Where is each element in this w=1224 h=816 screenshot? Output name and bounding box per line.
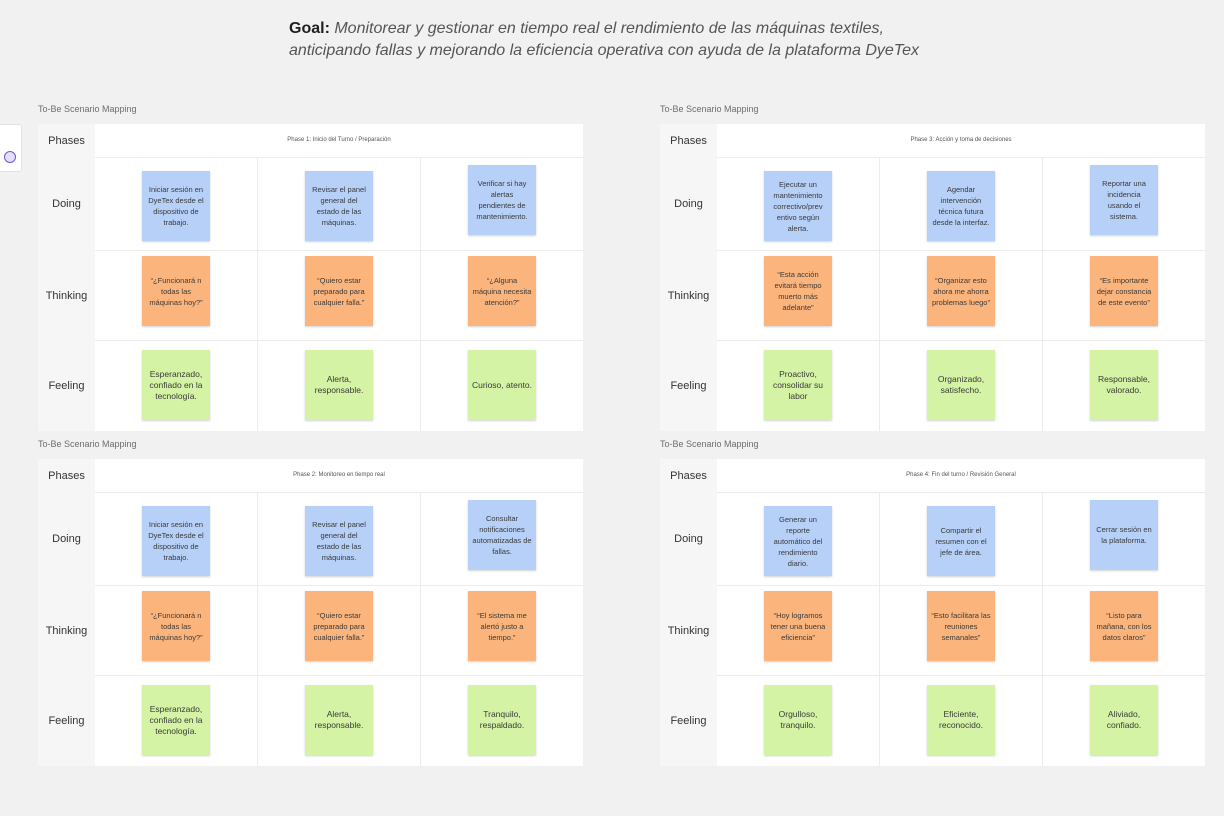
row-divider	[95, 340, 583, 341]
sticky-note-feeling[interactable]: Organizado, satisfecho.	[927, 350, 995, 420]
row-label-phases: Phases	[670, 470, 707, 482]
row-label-phases: Phases	[670, 135, 707, 147]
sticky-note-doing[interactable]: Agendar intervención técnica futura desd…	[927, 171, 995, 241]
sticky-note-thinking[interactable]: “Hoy logramos tener una buena eficiencia…	[764, 591, 832, 661]
sticky-note-thinking[interactable]: “¿Alguna máquina necesita atención?”	[468, 256, 536, 326]
row-label-feeling: Feeling	[48, 715, 85, 727]
column-divider	[1042, 492, 1043, 766]
sticky-note-feeling[interactable]: Curioso, atento.	[468, 350, 536, 420]
board-title: To-Be Scenario Mapping	[38, 439, 137, 449]
row-label-thinking: Thinking	[45, 625, 88, 637]
row-label-phases: Phases	[48, 470, 85, 482]
sticky-note-doing[interactable]: Iniciar sesión en DyeTex desde el dispos…	[142, 506, 210, 576]
row-label-phases: Phases	[48, 135, 85, 147]
sticky-note-doing[interactable]: Iniciar sesión en DyeTex desde el dispos…	[142, 171, 210, 241]
sticky-note-feeling[interactable]: Alerta, responsable.	[305, 350, 373, 420]
sticky-note-feeling[interactable]: Orgulloso, tranquilo.	[764, 685, 832, 755]
sticky-note-feeling[interactable]: Responsable, valorado.	[1090, 350, 1158, 420]
sticky-note-doing[interactable]: Consultar notificaciones automatizadas d…	[468, 500, 536, 570]
sticky-note-thinking[interactable]: “El sistema me alertó justo a tiempo.”	[468, 591, 536, 661]
row-divider	[717, 157, 1205, 158]
sticky-note-thinking[interactable]: “Es importante dejar constancia de este …	[1090, 256, 1158, 326]
row-label-feeling: Feeling	[670, 380, 707, 392]
column-divider	[1042, 157, 1043, 431]
sticky-note-doing[interactable]: Generar un reporte automático del rendim…	[764, 506, 832, 576]
sticky-note-thinking[interactable]: “¿Funcionará n todas las máquinas hoy?”	[142, 591, 210, 661]
board-frame: Phases Doing Thinking Feeling Phase 3: Acció…	[660, 124, 1205, 431]
column-divider	[879, 492, 880, 766]
row-label-doing: Doing	[52, 198, 81, 210]
row-divider	[95, 157, 583, 158]
goal-text-line-2: anticipando fallas y mejorando la eficie…	[289, 42, 920, 59]
column-divider	[420, 492, 421, 766]
row-label-doing: Doing	[52, 533, 81, 545]
side-panel-toggle[interactable]	[0, 124, 22, 172]
board-title: To-Be Scenario Mapping	[38, 104, 137, 114]
row-label-feeling: Feeling	[48, 380, 85, 392]
phase-title: Phase 4: Fin del turno / Revisión Genera…	[906, 472, 1016, 478]
sticky-note-thinking[interactable]: “Listo para mañana, con los datos claros…	[1090, 591, 1158, 661]
sticky-note-feeling[interactable]: Aliviado, confiado.	[1090, 685, 1158, 755]
row-divider	[95, 585, 583, 586]
sticky-note-feeling[interactable]: Proactivo, consolidar su labor	[764, 350, 832, 420]
sticky-note-feeling[interactable]: Eficiente, reconocido.	[927, 685, 995, 755]
sticky-note-doing[interactable]: Revisar el panel general del estado de l…	[305, 171, 373, 241]
column-divider	[257, 492, 258, 766]
phase-title: Phase 1: Inicio del Turno / Preparación	[287, 137, 391, 143]
sticky-note-doing[interactable]: Ejecutar un mantenimiento correctivo/pre…	[764, 171, 832, 241]
sticky-note-thinking[interactable]: “Organizar esto ahora me ahorra problema…	[927, 256, 995, 326]
goal-label: Goal:	[289, 20, 330, 37]
column-divider	[257, 157, 258, 431]
board-frame: Phases Doing Thinking Feeling Phase 4: Fin d…	[660, 459, 1205, 766]
sticky-note-feeling[interactable]: Esperanzado, confiado en la tecnología.	[142, 350, 210, 420]
board-title: To-Be Scenario Mapping	[660, 439, 759, 449]
phase-title: Phase 3: Acción y toma de decisiones	[910, 137, 1012, 143]
row-label-doing: Doing	[674, 533, 703, 545]
row-label-doing: Doing	[674, 198, 703, 210]
circle-icon	[4, 151, 16, 163]
board-title: To-Be Scenario Mapping	[660, 104, 759, 114]
sticky-note-doing[interactable]: Compartir el resumen con el jefe de área…	[927, 506, 995, 576]
sticky-note-thinking[interactable]: “Quiero estar preparado para cualquier f…	[305, 591, 373, 661]
row-divider	[717, 585, 1205, 586]
sticky-note-doing[interactable]: Revisar el panel general del estado de l…	[305, 506, 373, 576]
sticky-note-doing[interactable]: Reportar una incidencia usando el sistem…	[1090, 165, 1158, 235]
board-frame: Phases Doing Thinking Feeling Phase 2: Monit…	[38, 459, 583, 766]
row-divider	[95, 675, 583, 676]
row-divider	[95, 250, 583, 251]
sticky-note-doing[interactable]: Cerrar sesión en la plataforma.	[1090, 500, 1158, 570]
row-divider	[717, 250, 1205, 251]
row-label-feeling: Feeling	[670, 715, 707, 727]
row-divider	[717, 492, 1205, 493]
row-divider	[95, 492, 583, 493]
sticky-note-doing[interactable]: Verificar si hay alertas pendientes de m…	[468, 165, 536, 235]
row-label-thinking: Thinking	[667, 625, 710, 637]
phase-title: Phase 2: Monitoreo en tiempo real	[293, 472, 385, 478]
row-divider	[717, 340, 1205, 341]
column-divider	[420, 157, 421, 431]
sticky-note-thinking[interactable]: “Quiero estar preparado para cualquier f…	[305, 256, 373, 326]
board-frame: Phases Doing Thinking Feeling Phase 1: Inici…	[38, 124, 583, 431]
goal-statement: Goal: Monitorear y gestionar en tiempo r…	[289, 18, 1009, 62]
sticky-note-feeling[interactable]: Tranquilo, respaldado.	[468, 685, 536, 755]
goal-text-line-1: Monitorear y gestionar en tiempo real el…	[334, 20, 884, 37]
column-divider	[879, 157, 880, 431]
sticky-note-thinking[interactable]: “Esta acción evitará tiempo muerto más a…	[764, 256, 832, 326]
row-label-thinking: Thinking	[45, 290, 88, 302]
sticky-note-feeling[interactable]: Esperanzado, confiado en la tecnología.	[142, 685, 210, 755]
sticky-note-thinking[interactable]: “Esto facilitara las reuniones semanales…	[927, 591, 995, 661]
row-label-thinking: Thinking	[667, 290, 710, 302]
row-divider	[717, 675, 1205, 676]
sticky-note-feeling[interactable]: Alerta, responsable.	[305, 685, 373, 755]
sticky-note-thinking[interactable]: “¿Funcionará n todas las máquinas hoy?”	[142, 256, 210, 326]
